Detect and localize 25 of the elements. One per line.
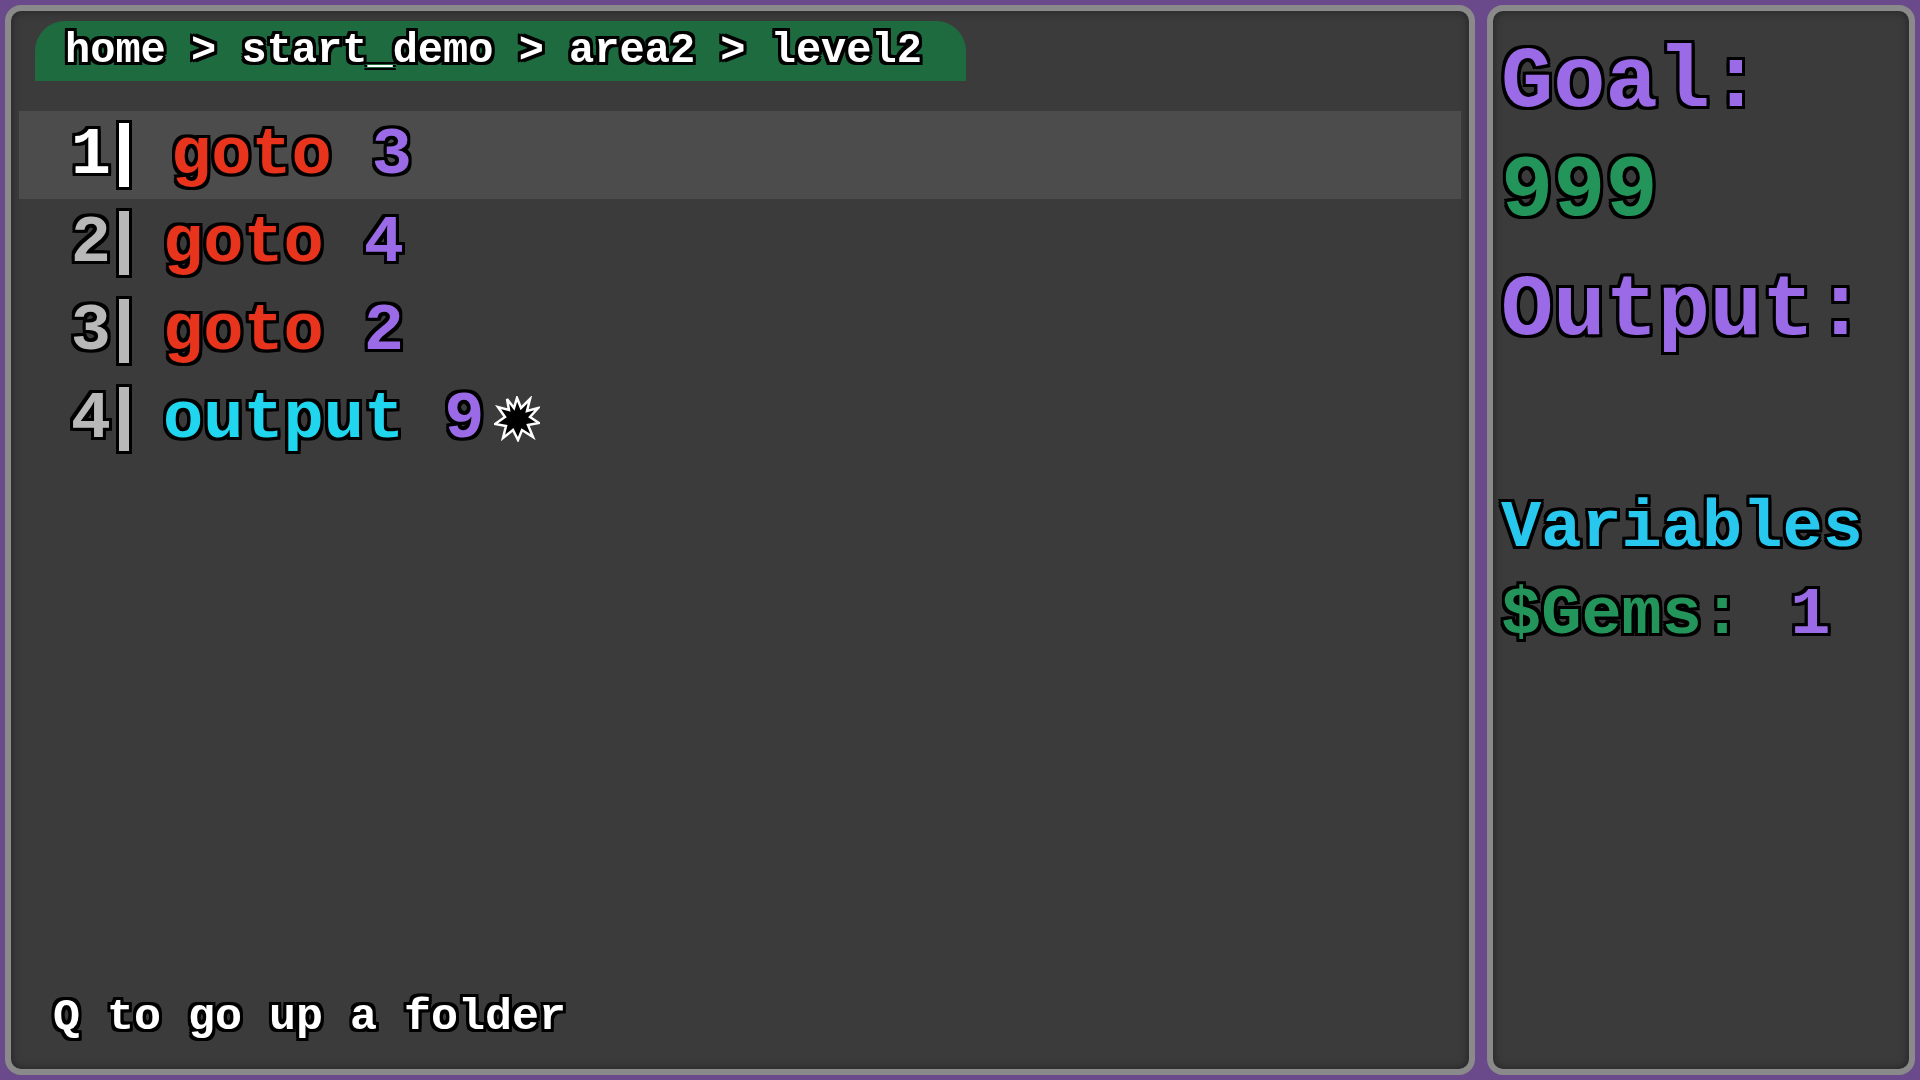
code-number: 2	[363, 291, 405, 371]
code-keyword: goto	[171, 115, 332, 195]
code-number: 9	[444, 379, 485, 459]
goal-label: Goal:	[1501, 33, 1764, 134]
code-keyword: output	[163, 379, 405, 459]
variable-value: 1	[1790, 576, 1831, 656]
line-number: 1	[69, 115, 111, 195]
code-keyword: goto	[163, 203, 324, 283]
variables-heading: Variables	[1501, 489, 1864, 569]
line-number: 4	[69, 379, 111, 459]
line-number: 3	[69, 291, 111, 371]
line-number: 2	[69, 203, 111, 283]
gutter-bar	[119, 387, 129, 451]
breadcrumb-path: home > start_demo > area2 > level2	[35, 21, 966, 81]
output-label: Output:	[1501, 260, 1868, 362]
goal-value: 999	[1501, 141, 1659, 243]
code-number: 3	[371, 115, 413, 195]
gutter-bar	[119, 211, 129, 275]
selected-line-highlight[interactable]: 1 goto 3	[19, 111, 1461, 199]
hint-text: Q to go up a folder	[52, 990, 568, 1045]
variable-name: $Gems:	[1501, 576, 1743, 656]
code-keyword: goto	[163, 291, 324, 371]
code-number: 4	[363, 203, 405, 283]
gutter-bar	[119, 299, 129, 363]
gutter-bar	[119, 123, 129, 187]
